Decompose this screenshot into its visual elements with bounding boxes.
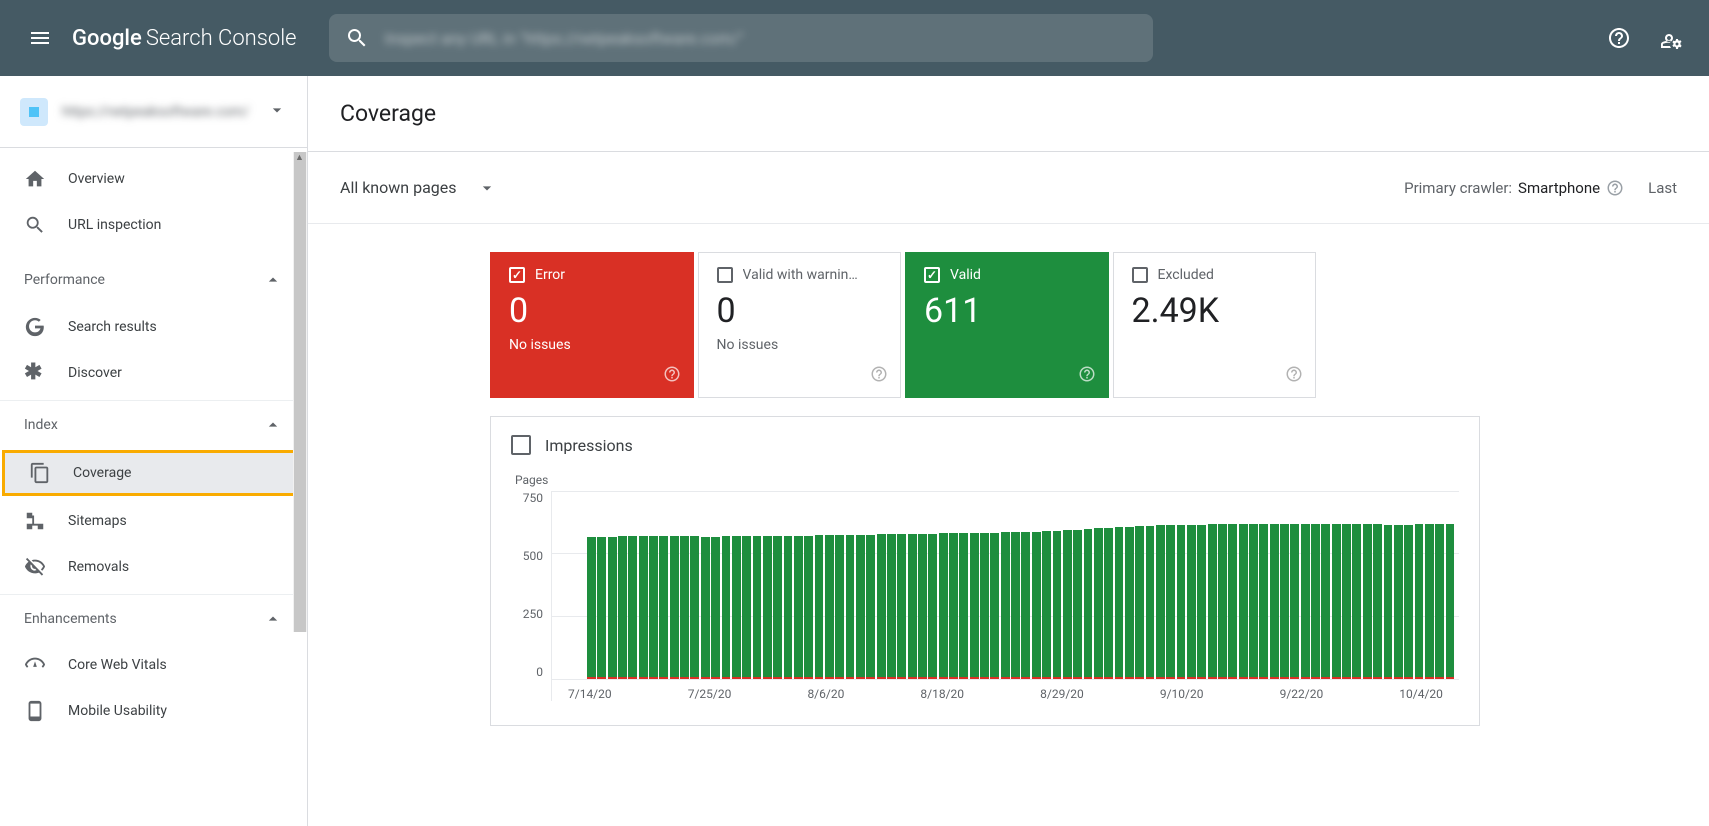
sidebar-item-removals[interactable]: Removals	[0, 544, 299, 590]
tile-error[interactable]: Error 0 No issues	[490, 252, 694, 398]
nav-label: Discover	[68, 365, 122, 381]
tile-excluded[interactable]: Excluded 2.49K	[1113, 252, 1317, 398]
toolbar: All known pages Primary crawler: Smartph…	[308, 152, 1709, 224]
property-url: https://netpeaksoftware.com/	[62, 104, 253, 120]
checkbox-icon	[717, 267, 733, 283]
tile-value: 0	[717, 291, 883, 331]
nav-label: Removals	[68, 559, 129, 575]
chevron-up-icon	[263, 415, 283, 435]
sidebar-item-overview[interactable]: Overview	[0, 156, 299, 202]
property-selector[interactable]: https://netpeaksoftware.com/	[0, 76, 307, 148]
chart-bars	[552, 491, 1459, 679]
home-icon	[24, 168, 46, 190]
google-g-icon	[24, 316, 46, 338]
y-axis-title: Pages	[515, 473, 1459, 487]
nav-label: Mobile Usability	[68, 703, 167, 719]
phone-icon	[24, 700, 46, 722]
sidebar-item-sitemaps[interactable]: Sitemaps	[0, 498, 299, 544]
help-outline-icon[interactable]	[663, 365, 681, 387]
visibility-off-icon	[24, 556, 46, 578]
sitemap-icon	[24, 510, 46, 532]
tile-value: 611	[924, 291, 1090, 331]
scroll-up-icon: ▲	[295, 152, 303, 160]
property-favicon	[20, 98, 48, 126]
page-title: Coverage	[340, 100, 436, 127]
checkbox-icon	[1132, 267, 1148, 283]
tile-subtext: No issues	[717, 337, 883, 353]
search-placeholder: Inspect any URL in "https://netpeaksoftw…	[385, 29, 744, 48]
url-search-bar[interactable]: Inspect any URL in "https://netpeaksoftw…	[329, 14, 1153, 62]
speedometer-icon	[24, 654, 46, 676]
sidebar-item-core-web-vitals[interactable]: Core Web Vitals	[0, 642, 299, 688]
nav-label: URL inspection	[68, 217, 161, 233]
sidebar-item-coverage[interactable]: Coverage	[2, 450, 301, 496]
help-outline-icon[interactable]	[1285, 365, 1303, 387]
last-updated-label: Last	[1648, 179, 1677, 197]
impressions-checkbox[interactable]	[511, 435, 531, 455]
y-axis: 7505002500	[511, 491, 551, 679]
copy-icon	[29, 462, 51, 484]
sidebar-item-mobile-usability[interactable]: Mobile Usability	[0, 688, 299, 734]
tile-valid[interactable]: Valid 611	[905, 252, 1109, 398]
help-outline-icon[interactable]	[870, 365, 888, 387]
brand-google: Google	[72, 26, 142, 51]
chevron-up-icon	[263, 609, 283, 629]
checkbox-icon	[509, 267, 525, 283]
tile-subtext: No issues	[509, 337, 675, 353]
nav-label: Sitemaps	[68, 513, 127, 529]
nav-label: Core Web Vitals	[68, 657, 167, 673]
sidebar-item-search-results[interactable]: Search results	[0, 304, 299, 350]
sidebar-group-index[interactable]: Index	[0, 400, 307, 448]
help-outline-icon[interactable]	[1606, 179, 1624, 197]
search-icon	[345, 26, 369, 50]
chevron-down-icon	[477, 178, 497, 198]
sidebar-group-enhancements[interactable]: Enhancements	[0, 594, 307, 642]
page-header: Coverage	[308, 76, 1709, 152]
tile-valid-with-warnings[interactable]: Valid with warnin… 0 No issues	[698, 252, 902, 398]
x-axis: 7/14/207/25/208/6/208/18/208/29/209/10/2…	[552, 687, 1459, 701]
page-filter-dropdown[interactable]: All known pages	[340, 178, 497, 198]
nav-label: Search results	[68, 319, 157, 335]
status-tiles: Error 0 No issues Valid with warnin… 0 N…	[490, 252, 1316, 398]
app-header: Google Search Console Inspect any URL in…	[0, 0, 1709, 76]
checkbox-icon	[924, 267, 940, 283]
help-outline-icon[interactable]	[1078, 365, 1096, 387]
sidebar-item-discover[interactable]: ✱ Discover	[0, 350, 299, 396]
chevron-up-icon	[263, 270, 283, 290]
nav-label: Coverage	[73, 465, 131, 481]
sidebar-item-url-inspection[interactable]: URL inspection	[0, 202, 299, 248]
chevron-down-icon	[267, 100, 287, 124]
sidebar: https://netpeaksoftware.com/ Overview UR…	[0, 76, 308, 826]
help-button[interactable]	[1597, 16, 1641, 60]
brand-logo: Google Search Console	[72, 26, 297, 51]
sidebar-group-performance[interactable]: Performance	[0, 256, 307, 304]
account-settings-button[interactable]	[1649, 16, 1693, 60]
primary-crawler-label: Primary crawler: Smartphone	[1404, 179, 1624, 197]
asterisk-icon: ✱	[24, 362, 46, 384]
scrollbar[interactable]	[293, 152, 307, 632]
coverage-chart-card: Impressions Pages 7505002500 7/14/207/25…	[490, 416, 1480, 726]
tile-value: 2.49K	[1132, 291, 1298, 331]
brand-product: Search Console	[146, 26, 297, 51]
search-icon	[24, 214, 46, 236]
impressions-label: Impressions	[545, 436, 633, 455]
main-content: Coverage All known pages Primary crawler…	[308, 76, 1709, 826]
coverage-chart: 7505002500 7/14/207/25/208/6/208/18/208/…	[511, 491, 1459, 701]
nav-label: Overview	[68, 171, 125, 187]
tile-value: 0	[509, 291, 675, 331]
menu-button[interactable]	[16, 14, 64, 62]
